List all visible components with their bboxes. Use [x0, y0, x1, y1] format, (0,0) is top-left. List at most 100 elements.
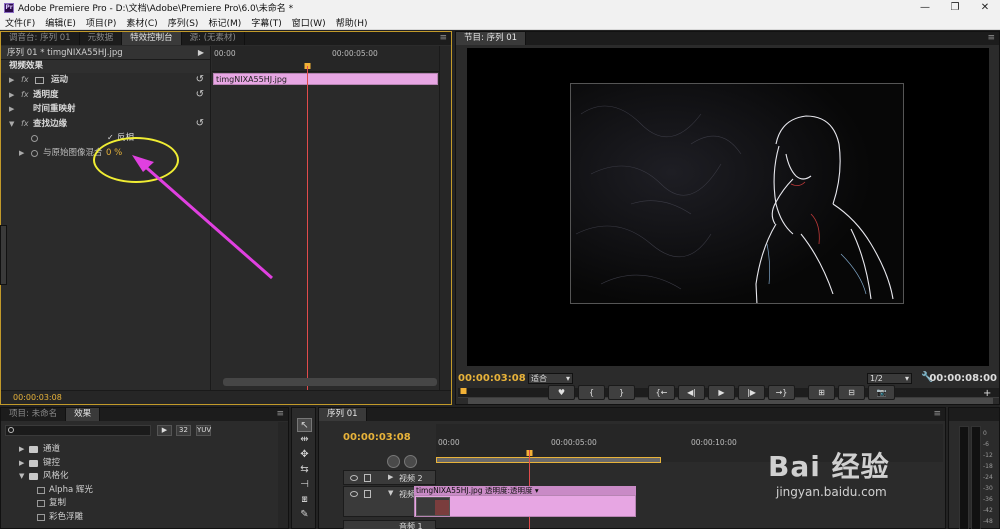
32bit-effects-button[interactable]: 32: [176, 425, 191, 436]
program-viewer[interactable]: [467, 48, 989, 366]
twirl-icon[interactable]: ▶: [9, 102, 14, 117]
panel-menu-icon[interactable]: ≡: [276, 409, 284, 419]
eye-icon[interactable]: [350, 491, 358, 497]
minimize-button[interactable]: —: [910, 0, 940, 15]
clip-path-row[interactable]: 序列 01 * timgNIXA55HJ.jpg ▶: [1, 46, 210, 60]
effect-row-motion[interactable]: ▶ fx 运动 ↺: [1, 73, 210, 88]
effect-vertical-scrollbar[interactable]: [439, 46, 451, 390]
ripple-edit-tool-icon[interactable]: ✥: [297, 448, 312, 462]
effect-clip-bar[interactable]: timgNIXA55HJ.jpg: [213, 73, 438, 85]
twirl-icon[interactable]: ▶: [9, 73, 14, 88]
twirl-icon[interactable]: ▶: [388, 473, 393, 481]
twirl-open-icon[interactable]: ▼: [9, 117, 14, 132]
track-select-tool-icon[interactable]: ⇹: [297, 433, 312, 447]
yuv-effects-button[interactable]: YUV: [196, 425, 211, 436]
tab-program[interactable]: 节目: 序列 01: [456, 32, 527, 45]
fx-toggle-icon[interactable]: fx: [21, 117, 29, 132]
tree-effect-alpha-glow[interactable]: Alpha 辉光: [1, 484, 271, 498]
twirl-icon[interactable]: ▶: [19, 443, 24, 457]
step-back-button[interactable]: ◀|: [678, 385, 705, 400]
menu-marker[interactable]: 标记(M): [203, 16, 246, 29]
rate-stretch-tool-icon[interactable]: ⊣: [297, 478, 312, 492]
twirl-icon[interactable]: ▶: [19, 146, 24, 161]
go-to-out-button[interactable]: →}: [768, 385, 795, 400]
razor-tool-icon[interactable]: ⧆: [297, 493, 312, 507]
effect-current-time[interactable]: 00:00:03:08: [13, 393, 62, 402]
tree-effect-replicate[interactable]: 复制: [1, 497, 271, 511]
tab-effects[interactable]: 效果: [66, 408, 101, 421]
tab-sequence[interactable]: 序列 01: [319, 408, 367, 421]
add-button-icon[interactable]: +: [983, 388, 991, 399]
pen-tool-icon[interactable]: ✎: [297, 508, 312, 522]
effect-time-ruler[interactable]: 00:00 00:00:05:00: [212, 46, 439, 72]
stopwatch-icon[interactable]: [31, 135, 38, 142]
menu-project[interactable]: 项目(P): [81, 16, 121, 29]
step-forward-button[interactable]: |▶: [738, 385, 765, 400]
tab-effect-controls[interactable]: 特效控制台: [122, 32, 182, 45]
menu-file[interactable]: 文件(F): [0, 16, 40, 29]
play-button[interactable]: ▶: [708, 385, 735, 400]
menu-help[interactable]: 帮助(H): [331, 16, 373, 29]
menu-sequence[interactable]: 序列(S): [163, 16, 204, 29]
tab-metadata[interactable]: 元数据: [80, 32, 123, 45]
lock-icon[interactable]: [364, 490, 371, 498]
marker-icon[interactable]: [404, 455, 417, 468]
program-current-time[interactable]: 00:00:03:08: [458, 373, 526, 384]
motion-transform-icon[interactable]: [35, 77, 44, 84]
timeline-clip[interactable]: [414, 495, 636, 517]
rolling-edit-tool-icon[interactable]: ⇆: [297, 463, 312, 477]
playhead-head-icon[interactable]: [460, 388, 467, 394]
reset-icon[interactable]: ↺: [196, 88, 204, 103]
twirl-icon[interactable]: ▶: [19, 457, 24, 471]
track-header[interactable]: ▶ 视频 2: [343, 470, 436, 485]
stopwatch-icon[interactable]: [31, 149, 38, 157]
twirl-icon[interactable]: ▶: [9, 88, 14, 103]
panel-menu-icon[interactable]: ≡: [439, 33, 447, 43]
effect-row-time-remap[interactable]: ▶ 时间重映射: [1, 102, 210, 117]
fit-dropdown[interactable]: 适合 ▾: [528, 373, 573, 384]
menu-clip[interactable]: 素材(C): [121, 16, 162, 29]
fx-toggle-icon[interactable]: fx: [21, 88, 29, 103]
mark-in-button[interactable]: {: [578, 385, 605, 400]
selection-tool-icon[interactable]: ↖: [297, 418, 312, 432]
timeline-current-time[interactable]: 00:00:03:08: [343, 432, 411, 443]
twirl-open-icon[interactable]: ▼: [388, 489, 393, 497]
lift-button[interactable]: ⊞: [808, 385, 835, 400]
effect-row-find-edges[interactable]: ▼ fx 查找边缘 ↺: [1, 117, 210, 132]
track-header[interactable]: 音频 1: [343, 520, 436, 529]
effect-horizontal-scrollbar[interactable]: [223, 378, 437, 386]
reset-icon[interactable]: ↺: [196, 117, 204, 132]
eye-icon[interactable]: [350, 475, 358, 481]
tab-audio-mixer[interactable]: 调音台: 序列 01: [1, 32, 80, 45]
playhead-line[interactable]: [307, 66, 308, 392]
lock-icon[interactable]: [364, 474, 371, 482]
mark-out-button[interactable]: }: [608, 385, 635, 400]
effects-scrollbar[interactable]: [278, 422, 288, 528]
work-area-bar[interactable]: [436, 457, 661, 463]
accelerated-effects-button[interactable]: ▶: [157, 425, 172, 436]
menu-title[interactable]: 字幕(T): [246, 16, 287, 29]
maximize-button[interactable]: ❐: [940, 0, 970, 15]
effect-row-opacity[interactable]: ▶ fx 透明度 ↺: [1, 88, 210, 103]
add-marker-button[interactable]: ♥: [548, 385, 575, 400]
twirl-open-icon[interactable]: ▼: [19, 470, 24, 484]
go-to-in-button[interactable]: {←: [648, 385, 675, 400]
export-frame-button[interactable]: 📷: [868, 385, 895, 400]
panel-menu-icon[interactable]: ≡: [933, 409, 941, 419]
tree-folder-stylize[interactable]: ▼ 风格化: [1, 470, 271, 484]
timeline-clip-header[interactable]: timgNIXA55HJ.jpg 透明度:透明度 ▾: [414, 486, 636, 495]
tree-folder-channel[interactable]: ▶ 通道: [1, 443, 271, 457]
tree-effect-color-emboss[interactable]: 彩色浮雕: [1, 511, 271, 525]
resolution-dropdown[interactable]: 1/2 ▾: [867, 373, 912, 384]
tree-folder-keying[interactable]: ▶ 键控: [1, 457, 271, 471]
menu-window[interactable]: 窗口(W): [287, 16, 331, 29]
expand-arrow-icon[interactable]: ▶: [198, 46, 204, 60]
menu-edit[interactable]: 编辑(E): [40, 16, 81, 29]
close-button[interactable]: ✕: [970, 0, 1000, 15]
snap-icon[interactable]: [387, 455, 400, 468]
panel-menu-icon[interactable]: ≡: [987, 33, 995, 43]
panel-resize-handle[interactable]: [0, 225, 7, 285]
extract-button[interactable]: ⊟: [838, 385, 865, 400]
effects-search-input[interactable]: [5, 425, 151, 436]
tab-source[interactable]: 源: (无素材): [182, 32, 245, 45]
